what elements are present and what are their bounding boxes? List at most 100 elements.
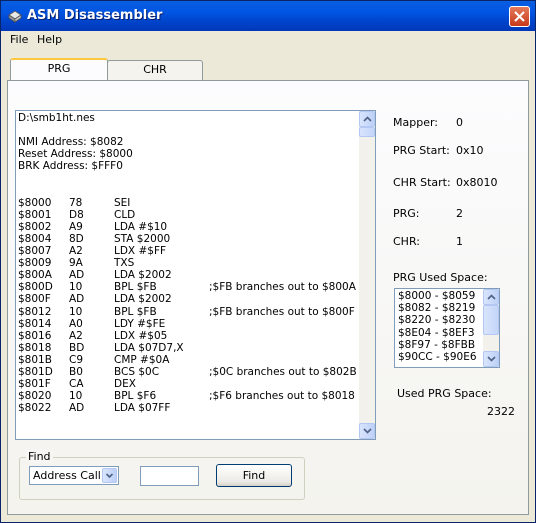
title-bar[interactable]: ASM Disassembler [1, 1, 535, 31]
listing-header-line: Reset Address: $8000 [18, 148, 133, 161]
used-space-item[interactable]: $8000 - $8059 [398, 290, 477, 302]
mapper-value: 0 [456, 116, 463, 129]
chevron-down-icon [487, 356, 496, 362]
listing-comment: ;$FB branches out to $800A [209, 281, 356, 294]
used-space-title: PRG Used Space: [393, 271, 488, 284]
find-type-dropdown[interactable]: Address Call [29, 466, 119, 485]
used-space-scrollbar[interactable] [483, 289, 499, 367]
listing-opcode-byte: A2 [69, 245, 83, 258]
listing-opcode-byte: 9A [69, 257, 83, 270]
app-icon [8, 10, 22, 23]
listing-instruction: LDA $2002 [114, 269, 172, 282]
listing-row: $8009 9A TXS [18, 257, 358, 269]
listing-row: $800D 10 BPL $FB ;$FB branches out to $800A [18, 281, 358, 293]
used-space-item[interactable]: $8082 - $8219 [398, 302, 477, 314]
listing-header-line [18, 172, 358, 184]
listing-header-line: BRK Address: $FFF0 [18, 160, 123, 173]
listing-instruction: LDY #$FE [114, 317, 166, 330]
prg-start-value: 0x10 [456, 144, 484, 157]
find-group-title: Find [26, 450, 53, 463]
listing-address: $800D [18, 281, 53, 294]
disassembly-listing[interactable]: D:\smb1ht.nes NMI Address: $8082 Reset Add… [15, 110, 376, 440]
menu-bar: File Help [1, 31, 535, 49]
used-space-item[interactable]: $8F97 - $8FBB [398, 339, 477, 351]
listing-row: $8000 78 SEI [18, 197, 358, 209]
listing-instruction: LDA $07FF [114, 402, 171, 415]
used-space-item[interactable]: $8220 - $8230 [398, 314, 477, 326]
menu-file[interactable]: File [10, 33, 28, 46]
find-button[interactable]: Find [216, 464, 292, 487]
listing-scrollbar[interactable] [359, 111, 375, 439]
used-space-list[interactable]: $8000 - $8059 $8082 - $8219 $8220 - $8230 $… [394, 288, 500, 368]
used-space-item[interactable]: $90CC - $90E6 [398, 351, 477, 363]
listing-address: $8002 [18, 220, 52, 233]
listing-instruction: LDA #$10 [114, 220, 168, 233]
listing-instruction: BPL $F6 [114, 390, 157, 403]
listing-row: $801F CA DEX [18, 378, 358, 390]
listing-row: $8022 AD LDA $07FF [18, 402, 358, 414]
used-space-item[interactable]: $8E04 - $8EF3 [398, 327, 477, 339]
listing-instruction: STA $2000 [114, 232, 171, 245]
used-scroll-thumb[interactable] [483, 305, 499, 335]
close-icon [514, 11, 525, 22]
listing-row: $8001 D8 CLD [18, 209, 358, 221]
listing-address: $8009 [18, 257, 52, 270]
find-type-value: Address Call [33, 469, 101, 482]
mapper-label: Mapper: [393, 116, 438, 129]
listing-opcode-byte: 10 [69, 305, 83, 318]
dropdown-arrow-button[interactable] [102, 468, 117, 483]
scroll-down-button[interactable] [359, 423, 375, 439]
listing-address: $8022 [18, 402, 52, 415]
listing-address: $801D [18, 365, 53, 378]
listing-instruction: BPL $FB [114, 281, 157, 294]
listing-row: $8016 A2 LDX #$05 [18, 330, 358, 342]
listing-opcode-byte: C9 [69, 353, 84, 366]
listing-address: $800F [18, 293, 51, 306]
tab-prg-label: PRG [47, 62, 71, 75]
listing-instruction: LDX #$FF [114, 245, 167, 258]
chr-label: CHR: [393, 235, 420, 248]
listing-row: $8012 10 BPL $FB ;$FB branches out to $800F [18, 306, 358, 318]
listing-row: $8020 10 BPL $F6 ;$F6 branches out to $8018 [18, 390, 358, 402]
listing-opcode-byte: CA [69, 378, 84, 391]
listing-header-line: NMI Address: $8082 [18, 136, 124, 149]
chr-start-label: CHR Start: [393, 176, 451, 189]
used-prg-space-value: 2322 [487, 405, 515, 418]
main-window: ASM Disassembler File Help PRG CHR D:\sm… [0, 0, 536, 523]
close-button[interactable] [509, 6, 530, 27]
listing-instruction: BCS $0C [114, 365, 160, 378]
tab-prg[interactable]: PRG [10, 58, 108, 80]
used-scroll-up-button[interactable] [483, 289, 499, 305]
listing-opcode-byte: D8 [69, 208, 84, 221]
listing-comment: ;$0C branches out to $802B [209, 365, 357, 378]
listing-address: $801F [18, 378, 51, 391]
listing-address: $8014 [18, 317, 52, 330]
listing-address: $8020 [18, 390, 52, 403]
listing-opcode-byte: 78 [69, 196, 83, 209]
prg-label: PRG: [393, 207, 420, 220]
listing-instruction: LDA $2002 [114, 293, 172, 306]
listing-opcode-byte: A0 [69, 317, 83, 330]
used-scroll-down-button[interactable] [483, 351, 499, 367]
listing-address: $8007 [18, 245, 52, 258]
listing-row: $801D B0 BCS $0C ;$0C branches out to $802B [18, 366, 358, 378]
menu-help[interactable]: Help [37, 33, 62, 46]
find-button-label: Find [242, 469, 266, 482]
listing-header-line: D:\smb1ht.nes [18, 112, 95, 124]
find-search-input[interactable] [140, 466, 199, 486]
listing-opcode-byte: A2 [69, 329, 83, 342]
listing-instruction: CMP #$0A [114, 353, 170, 366]
scroll-thumb[interactable] [359, 127, 375, 137]
listing-comment: ;$FB branches out to $800F [209, 305, 355, 318]
listing-opcode-byte: AD [69, 293, 85, 306]
listing-instruction: BPL $FB [114, 305, 157, 318]
tab-chr[interactable]: CHR [107, 60, 203, 80]
listing-address: $8012 [18, 305, 52, 318]
used-space-items: $8000 - $8059 $8082 - $8219 $8220 - $8230 $… [398, 290, 477, 363]
listing-opcode-byte: 10 [69, 281, 83, 294]
scroll-up-button[interactable] [359, 111, 375, 127]
listing-address: $8018 [18, 341, 52, 354]
listing-opcode-byte: AD [69, 402, 85, 415]
listing-instruction: LDX #$05 [114, 329, 168, 342]
listing-opcode-byte: B0 [69, 365, 83, 378]
